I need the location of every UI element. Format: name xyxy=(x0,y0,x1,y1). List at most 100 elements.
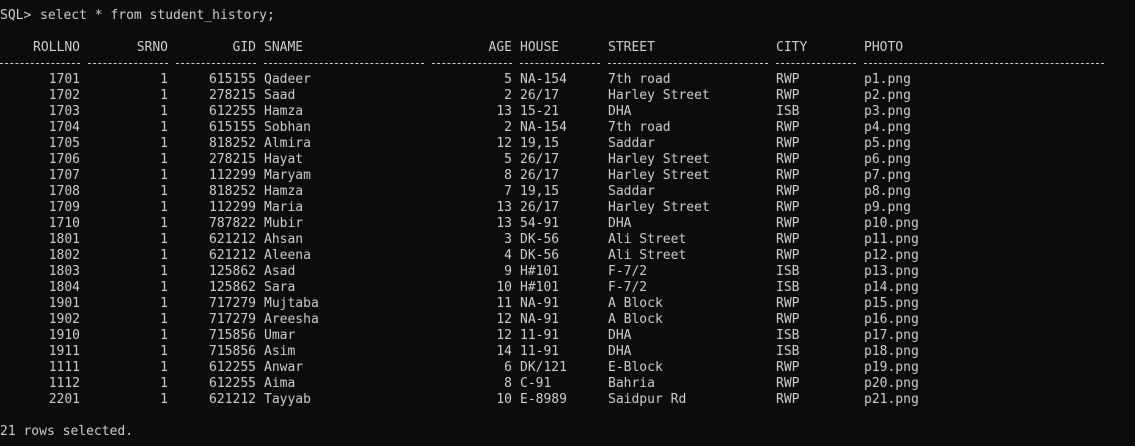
cell-photo: p2.png xyxy=(864,88,911,103)
cell-house: 19,15 xyxy=(520,136,560,151)
cell-srno: 1 xyxy=(160,120,168,135)
cell-gid: 621212 xyxy=(209,392,256,407)
cell-city: RWP xyxy=(776,312,800,327)
column-header-srno: SRNO xyxy=(136,40,168,55)
cell-house: 26/17 xyxy=(520,168,560,183)
cell-sname: Mubir xyxy=(264,216,304,231)
cell-gid: 278215 xyxy=(209,88,256,103)
cell-sname: Tayyab xyxy=(264,392,311,407)
cell-sname: Anwar xyxy=(264,360,304,375)
cell-gid: 818252 xyxy=(209,184,256,199)
cell-age: 8 xyxy=(504,376,512,391)
cell-gid: 621212 xyxy=(209,248,256,263)
cell-street: Harley Street xyxy=(608,88,710,103)
cell-gid: 717279 xyxy=(209,312,256,327)
cell-city: RWP xyxy=(776,392,800,407)
cell-sname: Hamza xyxy=(264,184,304,199)
cell-sname: Almira xyxy=(264,136,311,151)
cell-photo: p7.png xyxy=(864,168,911,183)
cell-city: RWP xyxy=(776,72,800,87)
cell-rollno: 1802 xyxy=(48,248,80,263)
table-header: ROLLNO SRNO GID SNAME AGE HOUSE STREET CITY PHOT… xyxy=(0,40,1135,56)
sql-command: select * from student_history; xyxy=(40,8,275,23)
cell-srno: 1 xyxy=(160,168,168,183)
column-header-city: CITY xyxy=(776,40,808,55)
cell-photo: p4.png xyxy=(864,120,911,135)
cell-age: 2 xyxy=(504,120,512,135)
terminal-window[interactable]: SQL> select * from student_history; ROLL… xyxy=(0,0,1135,446)
cell-age: 4 xyxy=(504,248,512,263)
cell-street: Ali Street xyxy=(608,232,687,247)
cell-house: 19,15 xyxy=(520,184,560,199)
cell-gid: 615155 xyxy=(209,72,256,87)
separator-dash-sname xyxy=(264,63,424,65)
cell-rollno: 2201 xyxy=(48,392,80,407)
command-line: SQL> select * from student_history; xyxy=(0,8,275,24)
separator-dash-rollno xyxy=(0,63,80,65)
table-row: 2201 1 621212 Tayyab 10 E-8989 Saidpur Rd RWP p2… xyxy=(0,392,1135,408)
cell-srno: 1 xyxy=(160,184,168,199)
cell-city: RWP xyxy=(776,120,800,135)
column-header-age: AGE xyxy=(488,40,512,55)
table-row: 1112 1 612255 Aima 8 C-91 Bahria RWP p20.png xyxy=(0,376,1135,392)
cell-photo: p16.png xyxy=(864,312,919,327)
cell-gid: 112299 xyxy=(209,200,256,215)
cell-photo: p11.png xyxy=(864,232,919,247)
cell-street: A Block xyxy=(608,296,663,311)
cell-street: 7th road xyxy=(608,72,671,87)
cell-age: 12 xyxy=(496,136,512,151)
cell-sname: Maria xyxy=(264,200,304,215)
cell-age: 5 xyxy=(504,152,512,167)
cell-gid: 612255 xyxy=(209,360,256,375)
cell-street: DHA xyxy=(608,328,632,343)
cell-age: 10 xyxy=(496,392,512,407)
cell-city: RWP xyxy=(776,152,800,167)
cell-house: 11-91 xyxy=(520,344,560,359)
cell-house: 15-21 xyxy=(520,104,560,119)
cell-srno: 1 xyxy=(160,72,168,87)
cell-rollno: 1803 xyxy=(48,264,80,279)
cell-gid: 615155 xyxy=(209,120,256,135)
cell-photo: p19.png xyxy=(864,360,919,375)
table-row: 1707 1 112299 Maryam 8 26/17 Harley Street RWP p… xyxy=(0,168,1135,184)
cell-city: ISB xyxy=(776,344,800,359)
cell-gid: 125862 xyxy=(209,280,256,295)
column-header-street: STREET xyxy=(608,40,655,55)
cell-srno: 1 xyxy=(160,344,168,359)
cell-srno: 1 xyxy=(160,216,168,231)
cell-city: RWP xyxy=(776,296,800,311)
cell-sname: Asim xyxy=(264,344,296,359)
cell-rollno: 1707 xyxy=(48,168,80,183)
cell-street: DHA xyxy=(608,344,632,359)
cell-photo: p18.png xyxy=(864,344,919,359)
result-footer: 21 rows selected. xyxy=(0,424,134,439)
cell-gid: 612255 xyxy=(209,104,256,119)
table-row: 1702 1 278215 Saad 2 26/17 Harley Street RWP p2.… xyxy=(0,88,1135,104)
cell-srno: 1 xyxy=(160,296,168,311)
cell-photo: p10.png xyxy=(864,216,919,231)
cell-sname: Ahsan xyxy=(264,232,304,247)
cell-age: 12 xyxy=(496,328,512,343)
cell-rollno: 1704 xyxy=(48,120,80,135)
cell-city: RWP xyxy=(776,216,800,231)
cell-city: ISB xyxy=(776,264,800,279)
cell-srno: 1 xyxy=(160,200,168,215)
table-row: 1111 1 612255 Anwar 6 DK/121 E-Block RWP p19.png xyxy=(0,360,1135,376)
table-row: 1902 1 717279 Areesha 12 NA-91 A Block RWP p16.p… xyxy=(0,312,1135,328)
cell-age: 13 xyxy=(496,216,512,231)
cell-srno: 1 xyxy=(160,360,168,375)
cell-photo: p13.png xyxy=(864,264,919,279)
cell-sname: Aima xyxy=(264,376,296,391)
column-header-sname: SNAME xyxy=(264,40,304,55)
cell-srno: 1 xyxy=(160,392,168,407)
cell-house: H#101 xyxy=(520,264,560,279)
cell-house: 11-91 xyxy=(520,328,560,343)
table-row: 1901 1 717279 Mujtaba 11 NA-91 A Block RWP p15.p… xyxy=(0,296,1135,312)
cell-rollno: 1112 xyxy=(48,376,80,391)
cell-street: A Block xyxy=(608,312,663,327)
cell-photo: p15.png xyxy=(864,296,919,311)
cell-street: Saddar xyxy=(608,136,655,151)
table-row: 1802 1 621212 Aleena 4 DK-56 Ali Street RWP p12.… xyxy=(0,248,1135,264)
cell-rollno: 1902 xyxy=(48,312,80,327)
cell-street: Bahria xyxy=(608,376,655,391)
